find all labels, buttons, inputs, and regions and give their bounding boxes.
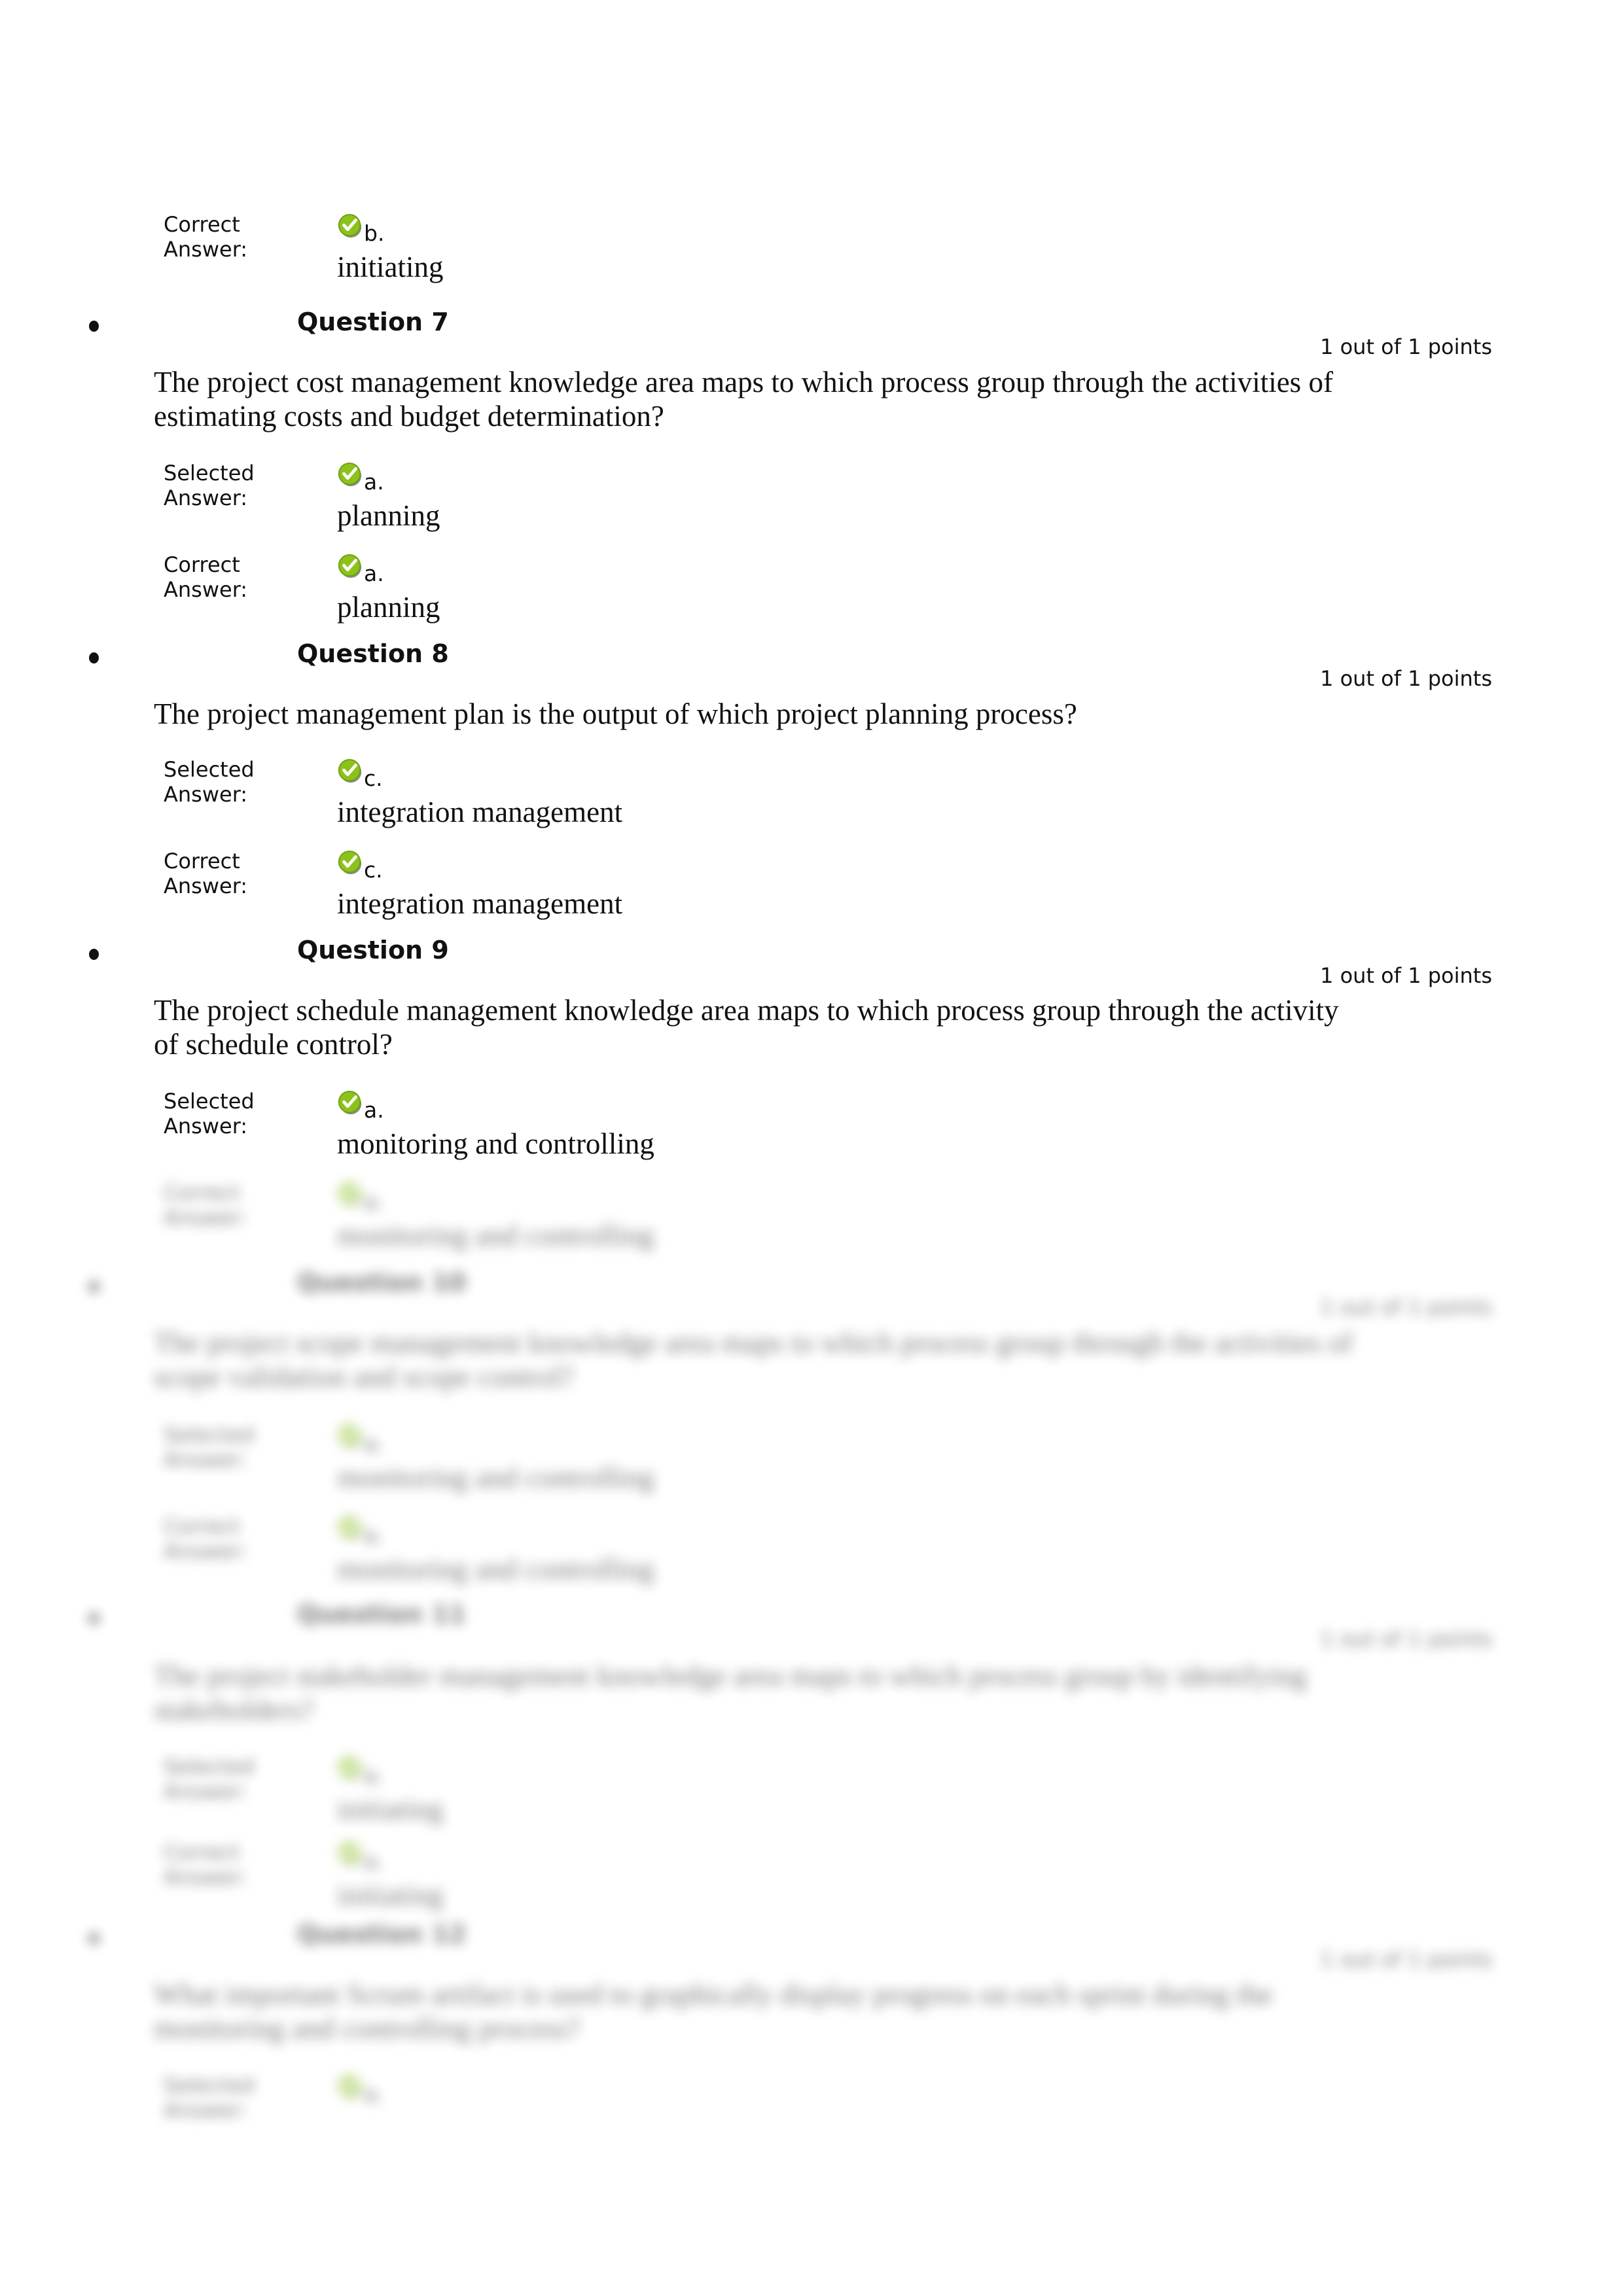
list-bullet bbox=[89, 652, 99, 663]
check-icon bbox=[337, 758, 363, 785]
list-bullet bbox=[89, 1613, 99, 1624]
list-bullet bbox=[89, 949, 99, 960]
question-text: The project stakeholder management knowl… bbox=[154, 1659, 1307, 1726]
answer-letter: c. bbox=[364, 766, 383, 791]
points-label: 1 out of 1 points bbox=[1320, 1627, 1492, 1651]
answer-text: initiating bbox=[337, 1879, 444, 1911]
answer-letter: a. bbox=[364, 1189, 384, 1214]
answer-letter: a. bbox=[364, 1097, 384, 1123]
check-icon bbox=[337, 462, 363, 488]
label-line-1: Correct bbox=[164, 212, 240, 237]
answer-letter: a. bbox=[364, 1523, 384, 1548]
question-text: The project schedule management knowledg… bbox=[154, 994, 1339, 1061]
answer-text: monitoring and controlling bbox=[337, 1219, 654, 1252]
label-line-1: Selected bbox=[164, 461, 255, 486]
question-title: Question 10 bbox=[297, 1268, 467, 1297]
question-text: What important Scrum artifact is used to… bbox=[154, 1978, 1273, 2045]
question-text: The project cost management knowledge ar… bbox=[154, 366, 1333, 433]
question-title: Question 9 bbox=[297, 936, 449, 964]
points-label: 1 out of 1 points bbox=[1320, 963, 1492, 988]
answer-letter: b. bbox=[364, 221, 385, 246]
answer-letter: a. bbox=[364, 1763, 384, 1788]
correct-answer-label: Correct Answer: bbox=[164, 849, 247, 898]
list-bullet bbox=[89, 1281, 99, 1292]
check-icon bbox=[337, 1424, 363, 1450]
check-icon bbox=[337, 554, 363, 580]
correct-answer-label: Correct Answer: bbox=[164, 212, 247, 262]
question-text: The project management plan is the outpu… bbox=[154, 698, 1077, 730]
check-icon bbox=[337, 1756, 363, 1782]
correct-answer-label: Correct Answer: bbox=[164, 552, 247, 602]
question-title: Question 11 bbox=[297, 1600, 467, 1629]
label-line-2: Answer: bbox=[164, 1539, 248, 1564]
answer-text: integration management bbox=[337, 796, 623, 828]
check-icon bbox=[337, 850, 363, 876]
correct-answer-label: Correct Answer: bbox=[164, 1180, 247, 1230]
label-line-1: Correct bbox=[164, 1180, 240, 1205]
question-title: Question 7 bbox=[297, 308, 449, 336]
question-text: The project scope management knowledge a… bbox=[154, 1326, 1353, 1393]
label-line-1: Correct bbox=[164, 1514, 240, 1539]
label-line-2: Answer: bbox=[164, 237, 248, 262]
list-bullet bbox=[89, 321, 99, 332]
label-line-1: Selected bbox=[164, 1089, 255, 1114]
label-line-2: Answer: bbox=[164, 1205, 248, 1230]
check-icon bbox=[337, 2074, 363, 2100]
answer-text: planning bbox=[337, 499, 440, 532]
label-line-2: Answer: bbox=[164, 1779, 248, 1804]
check-icon bbox=[337, 213, 363, 239]
answer-letter: a. bbox=[364, 469, 384, 495]
selected-answer-label: Selected Answer: bbox=[164, 1089, 255, 1139]
label-line-1: Selected bbox=[164, 2073, 255, 2098]
check-icon bbox=[337, 1090, 363, 1116]
answer-text: initiating bbox=[337, 1793, 444, 1826]
label-line-2: Answer: bbox=[164, 782, 248, 807]
label-line-2: Answer: bbox=[164, 1447, 248, 1472]
answer-letter: a. bbox=[364, 1431, 384, 1457]
points-label: 1 out of 1 points bbox=[1320, 334, 1492, 359]
answer-letter: a. bbox=[364, 1848, 384, 1874]
points-label: 1 out of 1 points bbox=[1320, 1295, 1492, 1320]
label-line-2: Answer: bbox=[164, 1865, 248, 1890]
label-line-2: Answer: bbox=[164, 577, 248, 602]
question-title: Question 8 bbox=[297, 639, 449, 668]
label-line-1: Selected bbox=[164, 1754, 255, 1779]
answer-letter: a. bbox=[364, 561, 384, 586]
selected-answer-label: Selected Answer: bbox=[164, 757, 255, 807]
check-icon bbox=[337, 1515, 363, 1542]
label-line-1: Correct bbox=[164, 552, 240, 577]
selected-answer-label: Selected Answer: bbox=[164, 1754, 255, 1804]
label-line-1: Correct bbox=[164, 1840, 240, 1865]
answer-text: monitoring and controlling bbox=[337, 1553, 654, 1585]
correct-answer-label: Correct Answer: bbox=[164, 1514, 247, 1564]
selected-answer-label: Selected Answer: bbox=[164, 461, 255, 510]
answer-text: monitoring and controlling bbox=[337, 1461, 654, 1494]
check-icon bbox=[337, 1841, 363, 1867]
label-line-2: Answer: bbox=[164, 1114, 248, 1139]
points-label: 1 out of 1 points bbox=[1320, 1947, 1492, 1972]
selected-answer-label: Selected Answer: bbox=[164, 2073, 255, 2123]
answer-text: initiating bbox=[337, 251, 444, 283]
label-line-1: Selected bbox=[164, 1422, 255, 1447]
answer-text: planning bbox=[337, 591, 440, 624]
answer-text: monitoring and controlling bbox=[337, 1127, 654, 1160]
answer-text: integration management bbox=[337, 887, 623, 920]
answer-letter: a. bbox=[364, 2081, 384, 2107]
label-line-1: Correct bbox=[164, 849, 240, 874]
points-label: 1 out of 1 points bbox=[1320, 666, 1492, 691]
question-title: Question 12 bbox=[297, 1920, 467, 1949]
selected-answer-label: Selected Answer: bbox=[164, 1422, 255, 1472]
correct-answer-label: Correct Answer: bbox=[164, 1840, 247, 1890]
check-icon bbox=[337, 1182, 363, 1208]
label-line-2: Answer: bbox=[164, 874, 248, 898]
label-line-1: Selected bbox=[164, 757, 255, 782]
answer-letter: c. bbox=[364, 857, 383, 883]
label-line-2: Answer: bbox=[164, 486, 248, 510]
list-bullet bbox=[89, 1933, 99, 1944]
label-line-2: Answer: bbox=[164, 2098, 248, 2123]
